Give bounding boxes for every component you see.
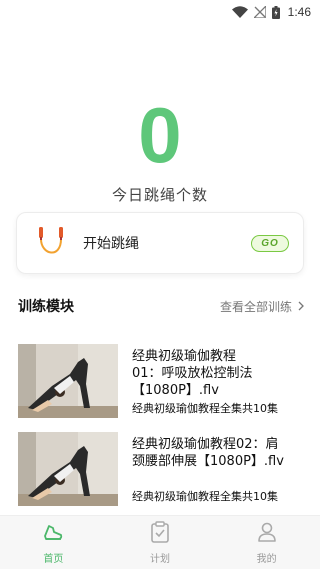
nav-item-mine[interactable]: 我的 xyxy=(213,516,320,569)
course-title-line: 【1080P】.flv xyxy=(132,383,219,398)
course-subtitle: 经典初级瑜伽教程全集共10集 xyxy=(132,402,278,415)
bottom-nav: 首页 计划 我的 xyxy=(0,515,320,569)
view-all-label: 查看全部训练 xyxy=(219,299,292,314)
chevron-right-icon xyxy=(298,301,304,311)
nav-label: 我的 xyxy=(256,553,277,565)
today-count-label: 今日跳绳个数 xyxy=(111,186,208,204)
course-info: 经典初级瑜伽教程 01：呼吸放松控制法 【1080P】.flv 经典初级瑜伽教程… xyxy=(132,344,308,418)
nav-label: 首页 xyxy=(43,553,64,565)
nav-label: 计划 xyxy=(150,553,170,565)
course-title-line: 经典初级瑜伽教程02：肩 xyxy=(132,437,279,452)
section-title: 训练模块 xyxy=(18,299,74,315)
wifi-icon xyxy=(231,6,248,18)
user-icon xyxy=(256,521,278,547)
battery-charging-icon xyxy=(271,5,280,19)
today-count-value: 0 xyxy=(138,91,182,179)
home-shoe-icon xyxy=(42,521,64,547)
jump-rope-icon xyxy=(31,223,71,263)
view-all-training-link[interactable]: 查看全部训练 xyxy=(220,298,304,315)
start-jump-label: 开始跳绳 xyxy=(83,236,139,252)
course-title-line: 01：呼吸放松控制法 xyxy=(132,366,253,381)
nav-item-plan[interactable]: 计划 xyxy=(107,516,214,569)
nav-item-home[interactable]: 首页 xyxy=(0,516,107,569)
today-count-block: 0 今日跳绳个数 xyxy=(0,96,320,205)
no-signal-icon xyxy=(253,6,266,18)
course-thumbnail xyxy=(18,432,118,506)
clipboard-icon xyxy=(150,520,170,547)
start-jump-card[interactable]: 开始跳绳 GO xyxy=(16,212,304,274)
course-subtitle: 经典初级瑜伽教程全集共10集 xyxy=(132,490,278,503)
course-item[interactable]: 经典初级瑜伽教程02：肩 颈腰部伸展【1080P】.flv 经典初级瑜伽教程全集… xyxy=(18,432,308,506)
course-info: 经典初级瑜伽教程02：肩 颈腰部伸展【1080P】.flv 经典初级瑜伽教程全集… xyxy=(132,432,308,506)
go-button[interactable]: GO xyxy=(251,234,289,252)
course-title: 经典初级瑜伽教程02：肩 颈腰部伸展【1080P】.flv xyxy=(132,436,308,470)
course-title-line: 经典初级瑜伽教程 xyxy=(132,349,237,364)
course-title: 经典初级瑜伽教程 01：呼吸放松控制法 【1080P】.flv xyxy=(132,348,308,399)
training-section-header: 训练模块 查看全部训练 xyxy=(18,296,304,316)
status-bar: 1:46 xyxy=(0,0,320,24)
status-time: 1:46 xyxy=(287,5,311,19)
course-thumbnail xyxy=(18,344,118,418)
course-item[interactable]: 经典初级瑜伽教程 01：呼吸放松控制法 【1080P】.flv 经典初级瑜伽教程… xyxy=(18,344,308,418)
course-title-line: 颈腰部伸展【1080P】.flv xyxy=(132,454,284,469)
